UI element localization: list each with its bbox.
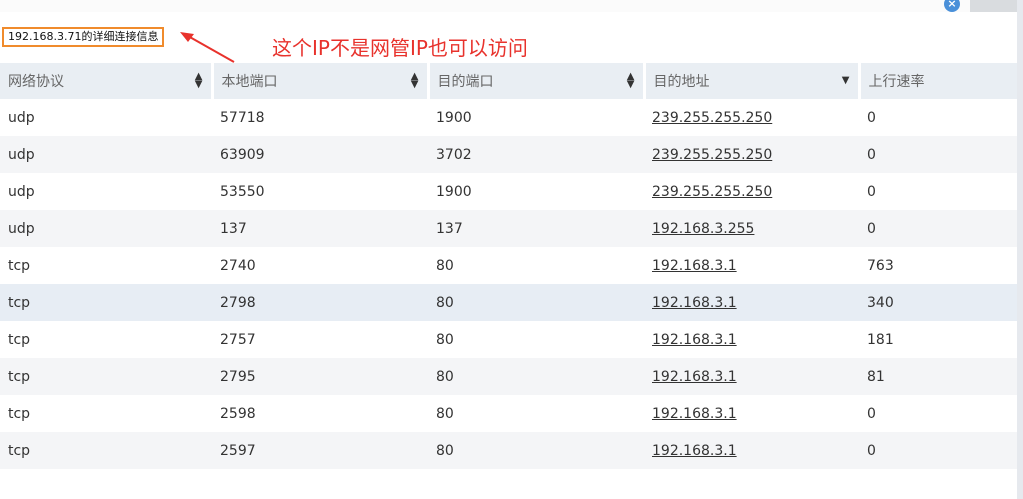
cell-up-rate: 0: [859, 432, 1017, 469]
cell-dest-addr: 192.168.3.1: [644, 284, 859, 321]
cell-up-rate: 181: [859, 321, 1017, 358]
cell-local-port: 137: [212, 210, 428, 247]
cell-up-rate: 763: [859, 247, 1017, 284]
column-header-label: 上行速率: [868, 74, 925, 90]
cell-dest-addr: 192.168.3.1: [644, 358, 859, 395]
cell-local-port: 53550: [212, 173, 428, 210]
cell-local-port: 2795: [212, 358, 428, 395]
cell-protocol: udp: [0, 210, 212, 247]
dest-addr-link[interactable]: 239.255.255.250: [652, 110, 772, 126]
cell-dest-port: 137: [428, 210, 644, 247]
window-control-area[interactable]: [970, 0, 1017, 12]
table-body: udp 57718 1900 239.255.255.250 0 udp 63909 3702…: [0, 99, 1017, 469]
dest-addr-link[interactable]: 192.168.3.1: [652, 369, 737, 385]
cell-protocol: udp: [0, 99, 212, 136]
column-header-local-port[interactable]: 本地端口 ▲ ▼: [212, 63, 430, 99]
column-header-dest-addr[interactable]: 目的地址 ▼: [644, 63, 861, 99]
annotation-text: 这个IP不是网管IP也可以访问: [272, 36, 528, 60]
connection-table: 网络协议 ▲ ▼ 本地端口 ▲ ▼ 目的端口 ▲ ▼ 目的地址 ▼ 上行速率 u…: [0, 63, 1017, 469]
cell-up-rate: 340: [859, 284, 1017, 321]
cell-protocol: udp: [0, 173, 212, 210]
cell-protocol: tcp: [0, 321, 212, 358]
table-row[interactable]: tcp 2598 80 192.168.3.1 0: [0, 395, 1017, 432]
connection-detail-dialog: × 192.168.3.71的详细连接信息 这个IP不是网管IP也可以访问 网络…: [0, 0, 1023, 499]
cell-dest-port: 1900: [428, 99, 644, 136]
cell-local-port: 2757: [212, 321, 428, 358]
dest-addr-link[interactable]: 192.168.3.1: [652, 406, 737, 422]
table-row[interactable]: tcp 2757 80 192.168.3.1 181: [0, 321, 1017, 358]
cell-protocol: udp: [0, 136, 212, 173]
cell-local-port: 63909: [212, 136, 428, 173]
cell-local-port: 2740: [212, 247, 428, 284]
cell-dest-addr: 192.168.3.1: [644, 395, 859, 432]
dialog-topbar: [0, 0, 1017, 12]
sort-icon[interactable]: ▲ ▼: [195, 72, 203, 90]
column-header-label: 目的端口: [437, 74, 494, 90]
cell-dest-port: 3702: [428, 136, 644, 173]
dest-addr-link[interactable]: 239.255.255.250: [652, 147, 772, 163]
cell-dest-addr: 192.168.3.1: [644, 247, 859, 284]
column-header-up-rate[interactable]: 上行速率: [859, 63, 1017, 99]
column-header-protocol[interactable]: 网络协议 ▲ ▼: [0, 63, 214, 99]
dest-addr-link[interactable]: 192.168.3.1: [652, 258, 737, 274]
cell-dest-addr: 239.255.255.250: [644, 99, 859, 136]
cell-up-rate: 0: [859, 210, 1017, 247]
cell-dest-port: 80: [428, 247, 644, 284]
cell-protocol: tcp: [0, 358, 212, 395]
cell-dest-port: 80: [428, 321, 644, 358]
cell-dest-port: 80: [428, 284, 644, 321]
dest-addr-link[interactable]: 192.168.3.1: [652, 332, 737, 348]
table-row[interactable]: udp 63909 3702 239.255.255.250 0: [0, 136, 1017, 173]
cell-local-port: 57718: [212, 99, 428, 136]
cell-dest-addr: 239.255.255.250: [644, 136, 859, 173]
cell-protocol: tcp: [0, 284, 212, 321]
sort-icon[interactable]: ▲ ▼: [411, 72, 419, 90]
table-row[interactable]: tcp 2740 80 192.168.3.1 763: [0, 247, 1017, 284]
column-header-label: 目的地址: [653, 74, 710, 90]
cell-local-port: 2598: [212, 395, 428, 432]
cell-dest-addr: 239.255.255.250: [644, 173, 859, 210]
column-header-label: 网络协议: [8, 74, 64, 90]
annotation-arrow-icon: [180, 32, 235, 63]
page-title: 192.168.3.71的详细连接信息: [2, 27, 165, 47]
table-row[interactable]: udp 57718 1900 239.255.255.250 0: [0, 99, 1017, 136]
sort-icon[interactable]: ▲ ▼: [627, 72, 635, 90]
cell-protocol: tcp: [0, 395, 212, 432]
table-row[interactable]: udp 53550 1900 239.255.255.250 0: [0, 173, 1017, 210]
sort-desc-icon[interactable]: ▼: [842, 76, 850, 86]
dest-addr-link[interactable]: 192.168.3.1: [652, 295, 737, 311]
column-header-dest-port[interactable]: 目的端口 ▲ ▼: [428, 63, 646, 99]
cell-dest-port: 80: [428, 358, 644, 395]
cell-local-port: 2798: [212, 284, 428, 321]
cell-up-rate: 0: [859, 173, 1017, 210]
cell-dest-port: 1900: [428, 173, 644, 210]
dest-addr-link[interactable]: 192.168.3.1: [652, 443, 737, 459]
table-row[interactable]: udp 137 137 192.168.3.255 0: [0, 210, 1017, 247]
cell-up-rate: 81: [859, 358, 1017, 395]
cell-up-rate: 0: [859, 395, 1017, 432]
cell-dest-addr: 192.168.3.1: [644, 432, 859, 469]
table-row[interactable]: tcp 2795 80 192.168.3.1 81: [0, 358, 1017, 395]
cell-up-rate: 0: [859, 99, 1017, 136]
cell-up-rate: 0: [859, 136, 1017, 173]
cell-protocol: tcp: [0, 432, 212, 469]
cell-local-port: 2597: [212, 432, 428, 469]
cell-dest-addr: 192.168.3.255: [644, 210, 859, 247]
cell-dest-addr: 192.168.3.1: [644, 321, 859, 358]
table-row[interactable]: tcp 2597 80 192.168.3.1 0: [0, 432, 1017, 469]
cell-dest-port: 80: [428, 395, 644, 432]
table-header-row: 网络协议 ▲ ▼ 本地端口 ▲ ▼ 目的端口 ▲ ▼ 目的地址 ▼ 上行速率: [0, 63, 1017, 99]
cell-protocol: tcp: [0, 247, 212, 284]
cell-dest-port: 80: [428, 432, 644, 469]
table-row[interactable]: tcp 2798 80 192.168.3.1 340: [0, 284, 1017, 321]
dest-addr-link[interactable]: 192.168.3.255: [652, 221, 754, 237]
column-header-label: 本地端口: [221, 74, 278, 90]
dest-addr-link[interactable]: 239.255.255.250: [652, 184, 772, 200]
